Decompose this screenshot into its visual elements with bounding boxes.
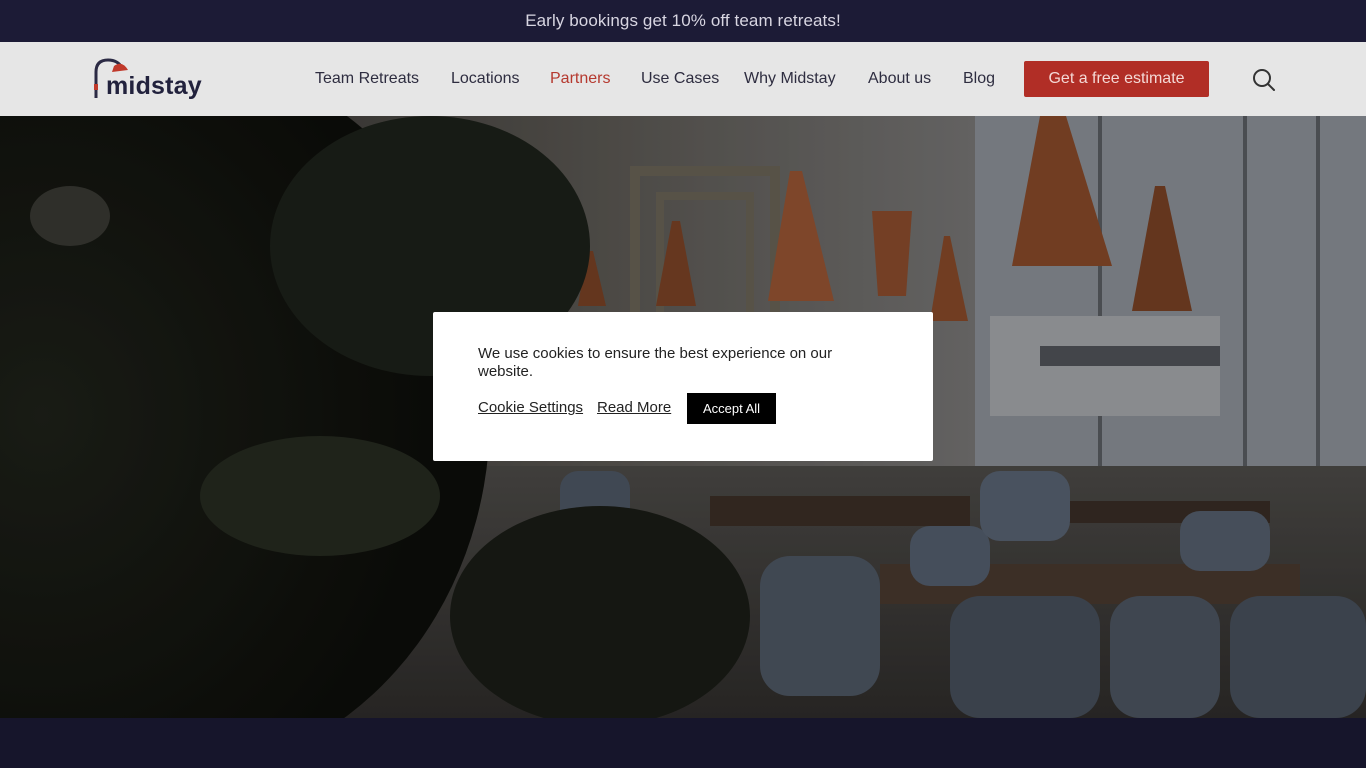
- nav-why-midstay[interactable]: Why Midstay: [744, 70, 836, 88]
- site-header: midstay Team Retreats Locations Partners…: [0, 42, 1366, 116]
- logo-text: midstay: [106, 72, 202, 100]
- read-more-link[interactable]: Read More: [597, 399, 671, 416]
- cookie-settings-link[interactable]: Cookie Settings: [478, 399, 583, 416]
- search-icon[interactable]: [1252, 68, 1276, 92]
- cookie-banner: We use cookies to ensure the best experi…: [433, 312, 933, 461]
- accept-all-button[interactable]: Accept All: [687, 393, 776, 424]
- nav-partners[interactable]: Partners: [550, 70, 610, 88]
- logo[interactable]: midstay: [92, 58, 212, 102]
- announcement-text: Early bookings get 10% off team retreats…: [525, 11, 841, 30]
- nav-about-us[interactable]: About us: [868, 70, 931, 88]
- announcement-bar: Early bookings get 10% off team retreats…: [0, 0, 1366, 42]
- free-estimate-button[interactable]: Get a free estimate: [1024, 61, 1209, 97]
- dark-section-band: [0, 718, 1366, 768]
- nav-use-cases[interactable]: Use Cases: [641, 70, 719, 88]
- cookie-message: We use cookies to ensure the best experi…: [478, 345, 833, 380]
- nav-blog[interactable]: Blog: [963, 70, 995, 88]
- nav-team-retreats[interactable]: Team Retreats: [315, 70, 419, 88]
- nav-locations[interactable]: Locations: [451, 70, 520, 88]
